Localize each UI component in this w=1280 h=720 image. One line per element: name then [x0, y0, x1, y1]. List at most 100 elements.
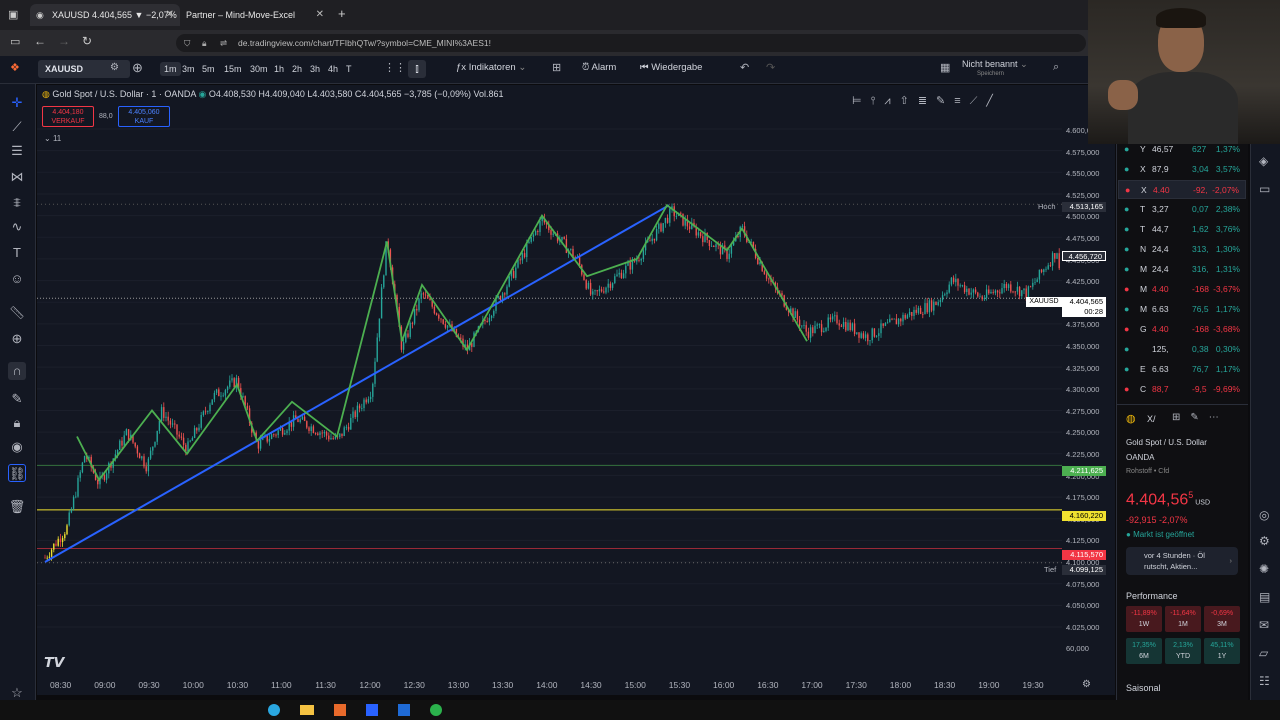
app-icon[interactable] — [430, 704, 442, 716]
seasonal-title[interactable]: Saisonal — [1126, 683, 1161, 693]
performance-cell[interactable]: -0,69% 3M — [1204, 606, 1240, 632]
sidebar-icon[interactable]: ▭ — [10, 35, 20, 48]
hide-drawings-icon[interactable]: ◉ — [8, 438, 26, 456]
chat-icon[interactable]: ▭ — [1259, 182, 1270, 196]
target-icon[interactable]: ◎ — [1259, 508, 1269, 522]
app-icon[interactable] — [334, 704, 346, 716]
templates-icon[interactable]: ⊞ — [552, 61, 561, 74]
crosshair-icon[interactable]: ✛ — [8, 94, 26, 112]
lines-icon[interactable]: ≡ — [954, 95, 969, 107]
timeframe-2h[interactable]: 2h — [292, 64, 302, 74]
chart-pane[interactable] — [37, 85, 1115, 695]
watchlist-row[interactable]: ● X 87,9 3,04 3,57% — [1118, 160, 1246, 179]
timeframe-5m[interactable]: 5m — [202, 64, 215, 74]
legend-symbol[interactable]: Gold Spot / U.S. Dollar · 1 · OANDA — [52, 89, 196, 99]
settings-icon[interactable]: ⚙ — [110, 62, 119, 73]
link-icon[interactable]: ⛓ — [8, 464, 26, 482]
stay-drawing-icon[interactable]: ✎ — [8, 390, 26, 408]
symbol-search[interactable]: XAUUSD ⚙ — [38, 60, 130, 78]
search-icon[interactable]: ⌕ — [1053, 61, 1059, 74]
arrow-up-icon[interactable]: ⇧ — [900, 95, 918, 107]
back-button[interactable]: ← — [34, 34, 46, 48]
notifications-icon[interactable]: ✉ — [1259, 618, 1269, 632]
layout-name[interactable]: Nicht benannt ⌄ — [962, 59, 1028, 70]
watchlist-row[interactable]: ● M 4.40 -168 -3,67% — [1118, 280, 1246, 299]
indicators-button[interactable]: ƒx Indikatoren ⌄ — [456, 62, 526, 73]
timeframe-T[interactable]: T — [346, 64, 352, 74]
drawings-count[interactable]: ⌄ 11 — [44, 134, 61, 143]
new-tab-button[interactable]: + — [338, 6, 346, 21]
drawing-object-toolbar[interactable]: ⊨⫯⩘⇧≣✎≡⟋╱ — [852, 94, 1002, 108]
tab-partner[interactable]: Partner – Mind-Move-Excel ✕ — [180, 4, 330, 26]
forward-button[interactable]: → — [58, 34, 70, 48]
reload-button[interactable]: ↻ — [82, 34, 92, 48]
timeframe-3m[interactable]: 3m — [182, 64, 195, 74]
brush-tool-icon[interactable]: ⟋ — [970, 95, 987, 107]
watchlist-row[interactable]: ● M 6.63 76,5 1,17% — [1118, 300, 1246, 319]
more-icon[interactable]: ⋯ — [1209, 412, 1229, 423]
watchlist-row[interactable]: ● T 44,7 1,62 3,76% — [1118, 220, 1246, 239]
edit-icon[interactable]: ✎ — [1190, 412, 1208, 423]
calendar-icon[interactable]: ▤ — [1259, 590, 1270, 604]
gear-icon[interactable]: ⚙ — [1259, 534, 1270, 548]
watchlist-row[interactable]: ● E 6.63 76,7 1,17% — [1118, 360, 1246, 379]
close-icon[interactable]: ✕ — [166, 4, 174, 26]
close-icon[interactable]: ✕ — [316, 4, 324, 26]
pattern-icon[interactable]: ⋈ — [8, 168, 26, 186]
news-card[interactable]: vor 4 Stunden · Öl rutscht, Aktien... › — [1126, 547, 1238, 575]
timeframe-1h[interactable]: 1h — [274, 64, 284, 74]
trendline-icon[interactable]: ⟋ — [8, 118, 26, 136]
ideas-icon[interactable]: ☷ — [1259, 674, 1270, 688]
tradingview-logo[interactable]: 𝙏𝙑 — [44, 654, 64, 671]
tab-xauusd[interactable]: ◉ XAUUSD 4.404,565 ▼ −2,07% N ✕ — [30, 4, 180, 26]
compare-add-icon[interactable]: ⊕ — [132, 60, 143, 76]
undo-icon[interactable]: ↶ — [740, 61, 749, 74]
grid-icon[interactable]: ⊞ — [1172, 412, 1190, 423]
performance-cell[interactable]: -11,64% 1M — [1165, 606, 1201, 632]
wave-icon[interactable]: ⩘ — [884, 95, 899, 107]
watchlist-row[interactable]: ● C 88,7 -9,5 -9,69% — [1118, 380, 1246, 399]
line-tool-icon[interactable]: ╱ — [986, 95, 1002, 107]
trash-icon[interactable]: 🗑︎ — [8, 498, 26, 516]
watchlist-row[interactable]: ● 125, 0,38 0,30% — [1118, 340, 1246, 359]
timeframe-3h[interactable]: 3h — [310, 64, 320, 74]
performance-cell[interactable]: 17,35% 6M — [1126, 638, 1162, 664]
folder-icon[interactable] — [300, 705, 314, 715]
timeframe-15m[interactable]: 15m — [224, 64, 242, 74]
alert-button[interactable]: ⏰︎ Alarm — [582, 62, 616, 73]
lightbulb-icon[interactable]: ✺ — [1259, 562, 1269, 576]
details-actions[interactable]: ⊞✎⋯ — [1172, 412, 1229, 423]
buy-button[interactable]: 4.405,060 KAUF — [118, 106, 170, 127]
text-tool-icon[interactable]: T — [8, 244, 26, 262]
axis-settings-icon[interactable]: ⚙ — [1082, 679, 1091, 690]
user-avatar-icon[interactable]: ❖ — [10, 61, 20, 74]
performance-cell[interactable]: -11,89% 1W — [1126, 606, 1162, 632]
lock-drawings-icon[interactable]: 🔒︎ — [8, 414, 26, 432]
magnet-icon[interactable]: ∩ — [8, 362, 26, 380]
brush-icon[interactable]: ∿ — [8, 218, 26, 236]
redo-icon[interactable]: ↷ — [766, 61, 775, 74]
fork-icon[interactable]: ⫯ — [871, 95, 885, 107]
edge-icon[interactable] — [268, 704, 280, 716]
ruler-tool-icon[interactable]: ⊨ — [852, 95, 871, 107]
emoji-icon[interactable]: ☺ — [8, 270, 26, 288]
bar-type-icon[interactable]: ⋮⋮ — [384, 61, 406, 74]
sell-button[interactable]: 4.404,180 VERKAUF — [42, 106, 94, 127]
watchlist-row[interactable]: ● M 24,4 316, 1,31% — [1118, 260, 1246, 279]
watchlist-row[interactable]: ● G 4.40 -168 -3,68% — [1118, 320, 1246, 339]
fib-icon[interactable]: ☰ — [8, 142, 26, 160]
price-chart[interactable] — [37, 85, 1115, 695]
projection-icon[interactable]: ⩨ — [8, 194, 26, 212]
watchlist-row[interactable]: ● T 3,27 0,07 2,38% — [1118, 200, 1246, 219]
candles-icon[interactable]: ⫾ — [408, 60, 426, 78]
ruler-icon[interactable]: 📏︎ — [8, 304, 26, 322]
details-name[interactable]: Gold Spot / U.S. Dollar — [1126, 438, 1207, 447]
watchlist-row[interactable]: ● X 4.40 -92, -2,07% — [1118, 180, 1246, 199]
watchlist-row[interactable]: ● N 24,4 313, 1,30% — [1118, 240, 1246, 259]
replay-button[interactable]: ⏮ Wiedergabe — [640, 62, 702, 73]
messages-icon[interactable]: ▱ — [1259, 646, 1268, 660]
performance-cell[interactable]: 45,11% 1Y — [1204, 638, 1240, 664]
layers-icon[interactable]: ◈ — [1259, 154, 1268, 168]
app-icon[interactable] — [366, 704, 378, 716]
url-bar[interactable]: ⛉ 🔒︎ ⇌ de.tradingview.com/chart/TFIbhQTw… — [176, 34, 1086, 52]
